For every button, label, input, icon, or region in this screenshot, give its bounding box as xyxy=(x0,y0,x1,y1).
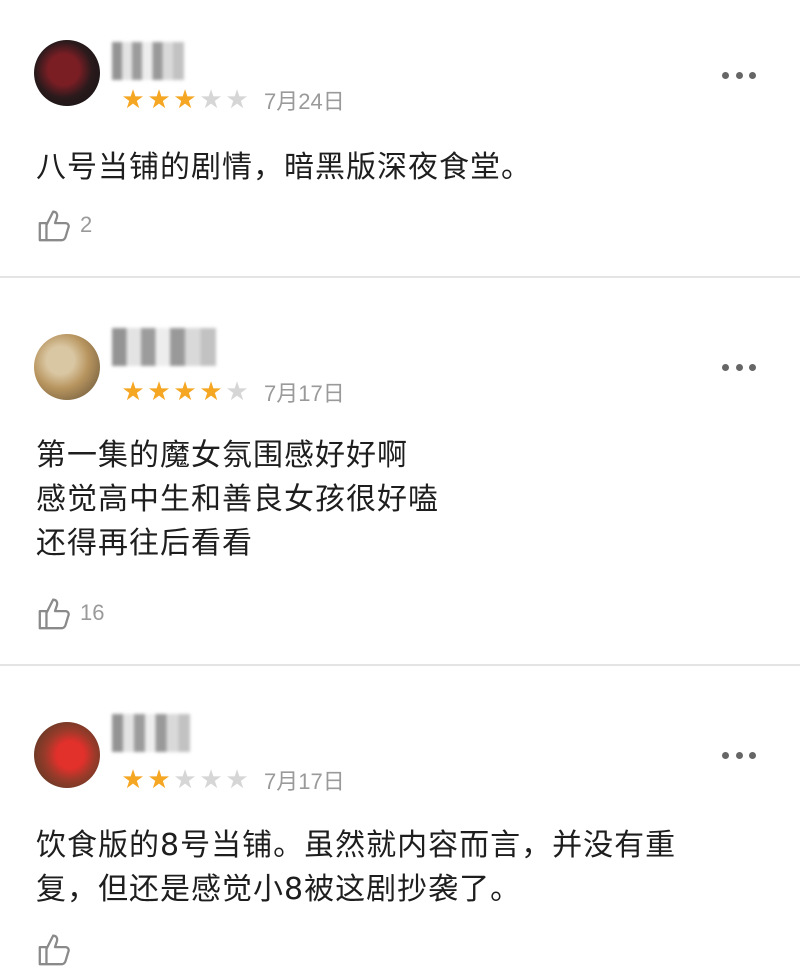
rating-row: ★ ★ ★ ★ ★ 7月24日 xyxy=(120,84,345,116)
more-options-button[interactable] xyxy=(722,70,756,80)
username-blurred[interactable] xyxy=(112,328,216,366)
username-blurred[interactable] xyxy=(112,42,184,80)
more-options-button[interactable] xyxy=(722,362,756,372)
more-options-icon xyxy=(722,363,729,371)
star-rating: ★ ★ ★ ★ ★ xyxy=(120,87,250,113)
like-count: 16 xyxy=(80,600,105,625)
review-card: ★ ★ ★ ★ ★ 7月24日 八号当铺的剧情，暗黑版深夜食堂。 2 xyxy=(0,0,800,276)
like-button[interactable]: 16 xyxy=(36,594,104,632)
review-date: 7月17日 xyxy=(264,381,345,406)
star-icon: ★ xyxy=(173,765,197,795)
review-text: 第一集的魔女氛围感好好啊 感觉高中生和善良女孩很好嗑 还得再往后看看 xyxy=(36,438,439,561)
rating-row: ★ ★ ★ ★ ★ 7月17日 xyxy=(120,376,345,408)
star-icon: ★ xyxy=(225,377,249,407)
star-icon: ★ xyxy=(173,85,197,115)
star-icon: ★ xyxy=(147,85,171,115)
avatar[interactable] xyxy=(34,40,100,106)
star-icon: ★ xyxy=(173,377,197,407)
like-button[interactable]: 2 xyxy=(36,206,92,244)
more-options-icon xyxy=(722,751,729,759)
thumbs-up-icon xyxy=(38,598,70,630)
star-rating: ★ ★ ★ ★ ★ xyxy=(120,767,250,793)
star-icon: ★ xyxy=(225,85,249,115)
star-icon: ★ xyxy=(121,765,145,795)
star-icon: ★ xyxy=(199,765,223,795)
star-icon: ★ xyxy=(147,377,171,407)
review-text: 饮食版的8号当铺。虽然就内容而言，并没有重 复，但还是感觉小8被这剧抄袭了。 xyxy=(36,828,677,907)
star-icon: ★ xyxy=(199,85,223,115)
avatar[interactable] xyxy=(34,334,100,400)
more-options-button[interactable] xyxy=(722,750,756,760)
review-feed: ★ ★ ★ ★ ★ 7月24日 八号当铺的剧情，暗黑版深夜食堂。 2 ★ ★ ★ ★ ★ 7月1… xyxy=(0,0,800,966)
thumbs-up-icon xyxy=(38,210,70,242)
star-icon: ★ xyxy=(121,377,145,407)
review-text: 八号当铺的剧情，暗黑版深夜食堂。 xyxy=(36,150,532,185)
review-card: ★ ★ ★ ★ ★ 7月17日 饮食版的8号当铺。虽然就内容而言，并没有重 复，但还是感… xyxy=(0,666,800,966)
review-date: 7月17日 xyxy=(264,769,345,794)
star-icon: ★ xyxy=(147,765,171,795)
thumbs-up-icon xyxy=(38,934,70,966)
username-blurred[interactable] xyxy=(112,714,190,752)
more-options-icon xyxy=(722,71,729,79)
review-date: 7月24日 xyxy=(264,89,345,114)
like-button[interactable] xyxy=(36,930,80,968)
star-icon: ★ xyxy=(225,765,249,795)
star-icon: ★ xyxy=(199,377,223,407)
like-count: 2 xyxy=(80,212,93,237)
star-rating: ★ ★ ★ ★ ★ xyxy=(120,379,250,405)
review-card: ★ ★ ★ ★ ★ 7月17日 第一集的魔女氛围感好好啊 感觉高中生和善良女孩很好嗑 还… xyxy=(0,278,800,664)
rating-row: ★ ★ ★ ★ ★ 7月17日 xyxy=(120,764,345,796)
star-icon: ★ xyxy=(121,85,145,115)
avatar[interactable] xyxy=(34,722,100,788)
